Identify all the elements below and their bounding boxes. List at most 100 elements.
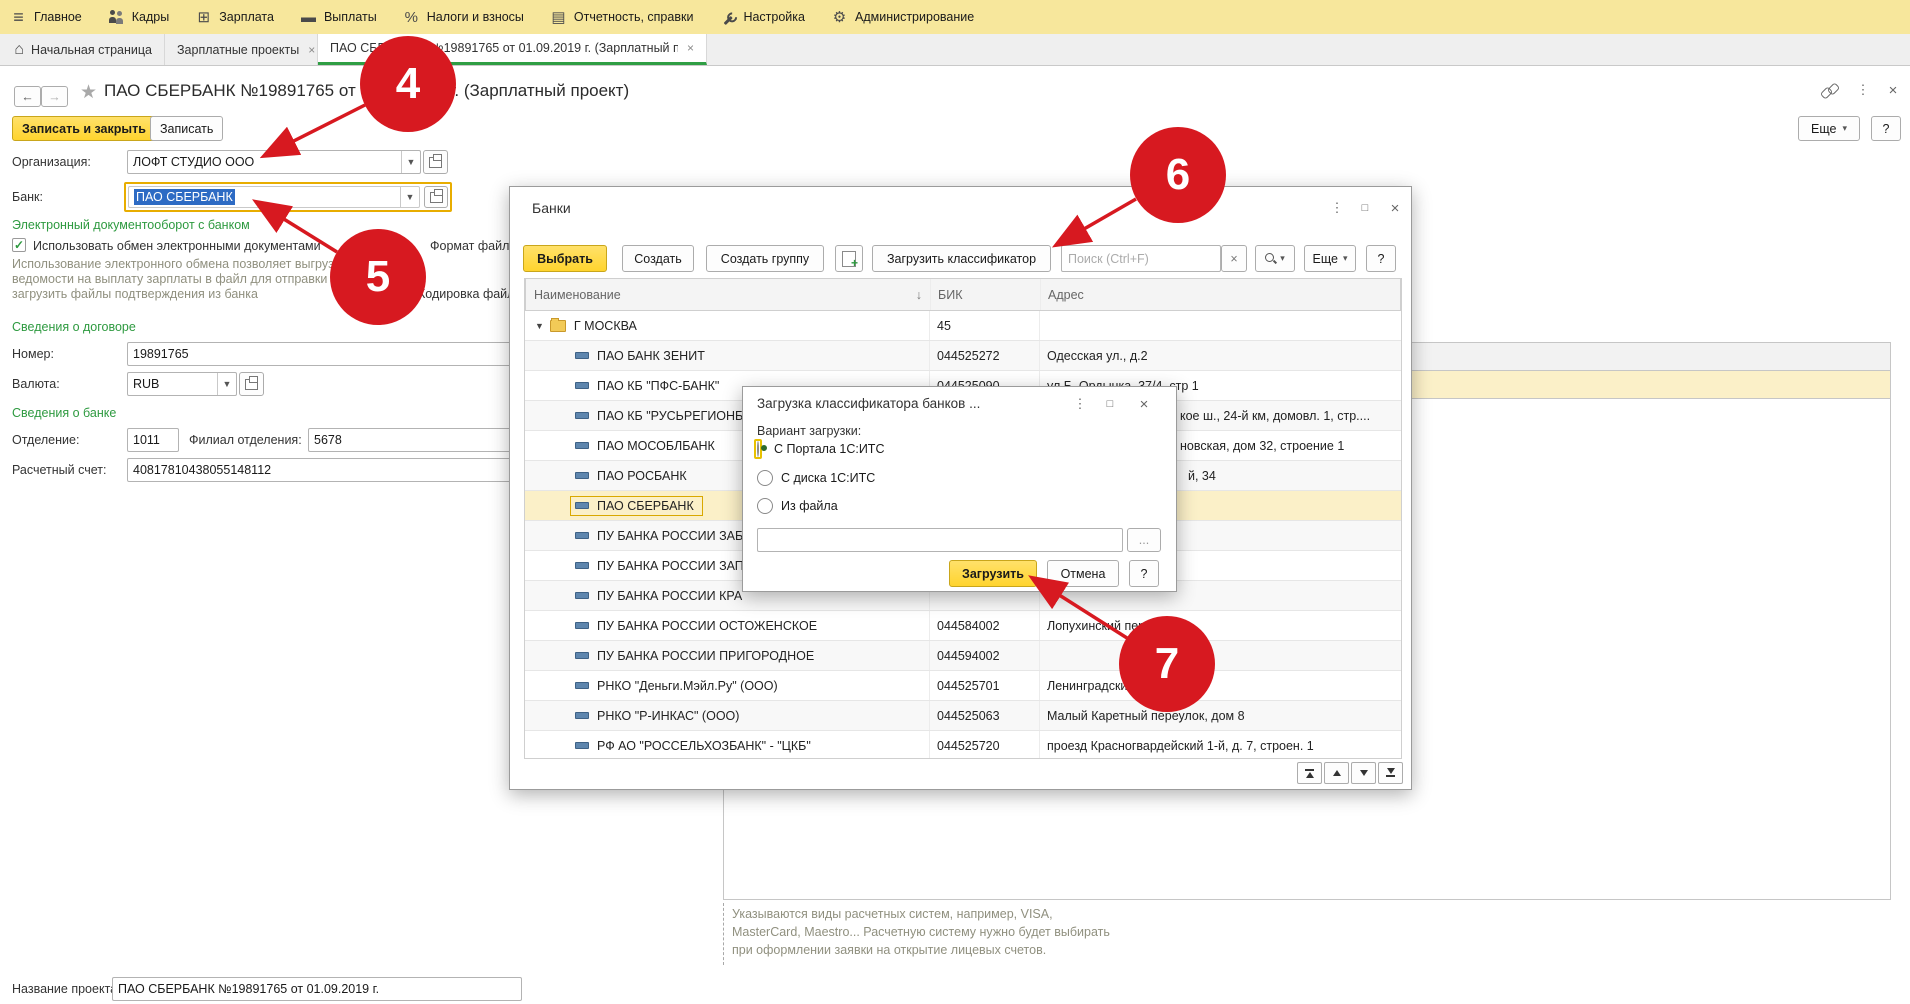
callout-6: 6 <box>1130 127 1226 223</box>
save-button[interactable]: Записать <box>150 116 223 141</box>
project-name-input[interactable]: ПАО СБЕРБАНК №19891765 от 01.09.2019 г. <box>112 977 522 1001</box>
scroll-top-button[interactable] <box>1297 762 1322 784</box>
classifier-help-button[interactable]: ? <box>1129 560 1159 587</box>
currency-open-button[interactable] <box>239 372 264 396</box>
card-icon: ▬ <box>300 9 317 25</box>
more-button[interactable]: Еще▾ <box>1798 116 1860 141</box>
table-row[interactable]: РФ АО "РОССЕЛЬХОЗБАНК" - "ЦКБ"044525720п… <box>525 731 1401 759</box>
org-input[interactable]: ЛОФТ СТУДИО ООО ▼ <box>127 150 421 174</box>
scroll-up-button[interactable] <box>1324 762 1349 784</box>
bank-name: Г МОСКВА <box>574 319 637 333</box>
load-classifier-button[interactable]: Загрузить классификатор <box>872 245 1051 272</box>
org-open-button[interactable] <box>423 150 448 174</box>
card-hint-line2: MasterCard, Maestro... Расчетную систему… <box>732 925 1153 939</box>
scroll-bottom-button[interactable] <box>1378 762 1403 784</box>
menu-item-3[interactable]: ▬Выплаты <box>300 9 377 25</box>
tab-home[interactable]: ⌂ Начальная страница <box>0 34 165 65</box>
menu-item-1[interactable]: Кадры <box>108 9 169 25</box>
favorite-star-icon[interactable]: ★ <box>80 81 97 104</box>
classifier-dialog-titlebar[interactable]: Загрузка классификатора банков ... ⋮ □ × <box>743 387 1176 421</box>
variant-option-label: С Портала 1С:ИТС <box>774 442 884 456</box>
select-button[interactable]: Выбрать <box>523 245 607 272</box>
table-row[interactable]: ПУ БАНКА РОССИИ ПРИГОРОДНОЕ044594002 <box>525 641 1401 671</box>
dialog-help-button[interactable]: ? <box>1366 245 1396 272</box>
menu-item-2[interactable]: ⊞Зарплата <box>195 9 274 25</box>
banks-dialog-titlebar[interactable]: Банки ⋮ □ × <box>510 187 1411 229</box>
forward-button[interactable]: → <box>41 86 68 107</box>
search-input[interactable] <box>1061 245 1221 272</box>
browse-button[interactable]: ... <box>1127 528 1161 552</box>
search-options-button[interactable]: ▾ <box>1255 245 1295 272</box>
close-dialog-icon[interactable]: × <box>1384 199 1406 217</box>
card-hint-line1: Указываются виды расчетных систем, напри… <box>732 907 1153 921</box>
variant-option-2[interactable]: Из файла <box>757 498 838 514</box>
bank-address <box>1040 311 1401 340</box>
contract-section-header: Сведения о договоре <box>12 320 136 334</box>
table-row[interactable]: РНКО "Деньги.Мэйл.Ру" (ООО)044525701Лени… <box>525 671 1401 701</box>
dialog-more-button[interactable]: Еще▾ <box>1304 245 1356 272</box>
banks-table-header[interactable]: Наименование ↓ БИК Адрес <box>525 278 1401 311</box>
currency-input[interactable]: RUB ▼ <box>127 372 237 396</box>
back-button[interactable]: ← <box>14 86 41 107</box>
card-hint-line3: при оформлении заявки на открытие лицевы… <box>732 943 1153 957</box>
column-header-name[interactable]: Наименование <box>534 288 621 302</box>
bank-item-icon <box>575 742 589 749</box>
table-row[interactable]: ПАО БАНК ЗЕНИТ044525272Одесская ул., д.2 <box>525 341 1401 371</box>
link-icon[interactable] <box>1822 85 1837 99</box>
bank-input[interactable]: ПАО СБЕРБАНК ▼ <box>128 186 420 208</box>
menu-item-6[interactable]: Настройка <box>719 9 805 25</box>
column-header-bik[interactable]: БИК <box>938 288 962 302</box>
project-name-label: Название проекта: <box>12 982 121 996</box>
more-dots-icon[interactable]: ⋮ <box>1069 395 1091 413</box>
edo-checkbox[interactable]: ✓ <box>12 238 26 252</box>
help-button[interactable]: ? <box>1871 116 1901 141</box>
load-button[interactable]: Загрузить <box>949 560 1037 587</box>
scroll-down-button[interactable] <box>1351 762 1376 784</box>
column-header-addr[interactable]: Адрес <box>1048 288 1084 302</box>
more-dots-icon[interactable]: ⋮ <box>1326 199 1348 217</box>
table-row[interactable]: ▼Г МОСКВА45 <box>525 311 1401 341</box>
close-tab-icon[interactable]: × <box>687 41 694 55</box>
chevron-down-icon[interactable]: ▼ <box>401 151 420 173</box>
edo-checkbox-label[interactable]: Использовать обмен электронными документ… <box>33 239 321 253</box>
menu-item-4[interactable]: %Налоги и взносы <box>403 9 524 25</box>
cancel-button[interactable]: Отмена <box>1047 560 1119 587</box>
expander-icon[interactable]: ▼ <box>535 321 544 331</box>
tab-salary-projects[interactable]: Зарплатные проекты × <box>165 34 318 65</box>
add-from-classifier-button[interactable] <box>835 245 863 272</box>
more-dots-icon[interactable]: ⋮ <box>1852 81 1874 99</box>
maximize-icon[interactable]: □ <box>1099 395 1121 413</box>
menu-item-7[interactable]: ⚙Администрирование <box>831 9 974 25</box>
variant-option-1[interactable]: С диска 1С:ИТС <box>757 470 875 486</box>
table-row[interactable]: РНКО "Р-ИНКАС" (ООО)044525063Малый Карет… <box>525 701 1401 731</box>
radio-icon[interactable] <box>757 498 773 514</box>
table-row[interactable]: ПУ БАНКА РОССИИ ОСТОЖЕНСКОЕ044584002Лопу… <box>525 611 1401 641</box>
bank-name: РНКО "Р-ИНКАС" (ООО) <box>597 709 739 723</box>
bank-open-button[interactable] <box>424 186 448 208</box>
menu-item-0[interactable]: ≡Главное <box>10 9 82 25</box>
save-close-button[interactable]: Записать и закрыть <box>12 116 156 141</box>
bank-bik: 044594002 <box>930 641 1040 670</box>
radio-icon[interactable] <box>757 441 759 457</box>
menu-item-5[interactable]: ▤Отчетность, справки <box>550 9 694 25</box>
close-dialog-icon[interactable]: × <box>1133 395 1155 413</box>
org-label: Организация: <box>12 155 91 169</box>
chevron-down-icon[interactable]: ▼ <box>217 373 236 395</box>
app-window: ≡Главное Кадры ⊞Зарплата ▬Выплаты %Налоги и … <box>0 0 1910 1004</box>
tab-bar: ⌂ Начальная страница Зарплатные проекты … <box>0 34 1910 66</box>
main-menubar: ≡Главное Кадры ⊞Зарплата ▬Выплаты %Налоги и … <box>0 0 1910 34</box>
bank-item-icon <box>575 592 589 599</box>
bank-name: РНКО "Деньги.Мэйл.Ру" (ООО) <box>597 679 778 693</box>
clear-search-button[interactable]: × <box>1221 245 1247 272</box>
file-path-input[interactable] <box>757 528 1123 552</box>
chevron-down-icon[interactable]: ▼ <box>400 187 419 207</box>
radio-icon[interactable] <box>757 470 773 486</box>
bank-bik: 044525701 <box>930 671 1040 700</box>
close-tab-icon[interactable]: × <box>308 43 315 57</box>
create-button[interactable]: Создать <box>622 245 694 272</box>
department-input[interactable]: 1011 <box>127 428 179 452</box>
maximize-icon[interactable]: □ <box>1354 199 1376 217</box>
close-form-icon[interactable]: × <box>1882 81 1904 99</box>
create-group-button[interactable]: Создать группу <box>706 245 824 272</box>
variant-option-0[interactable]: С Портала 1С:ИТС <box>757 442 884 456</box>
